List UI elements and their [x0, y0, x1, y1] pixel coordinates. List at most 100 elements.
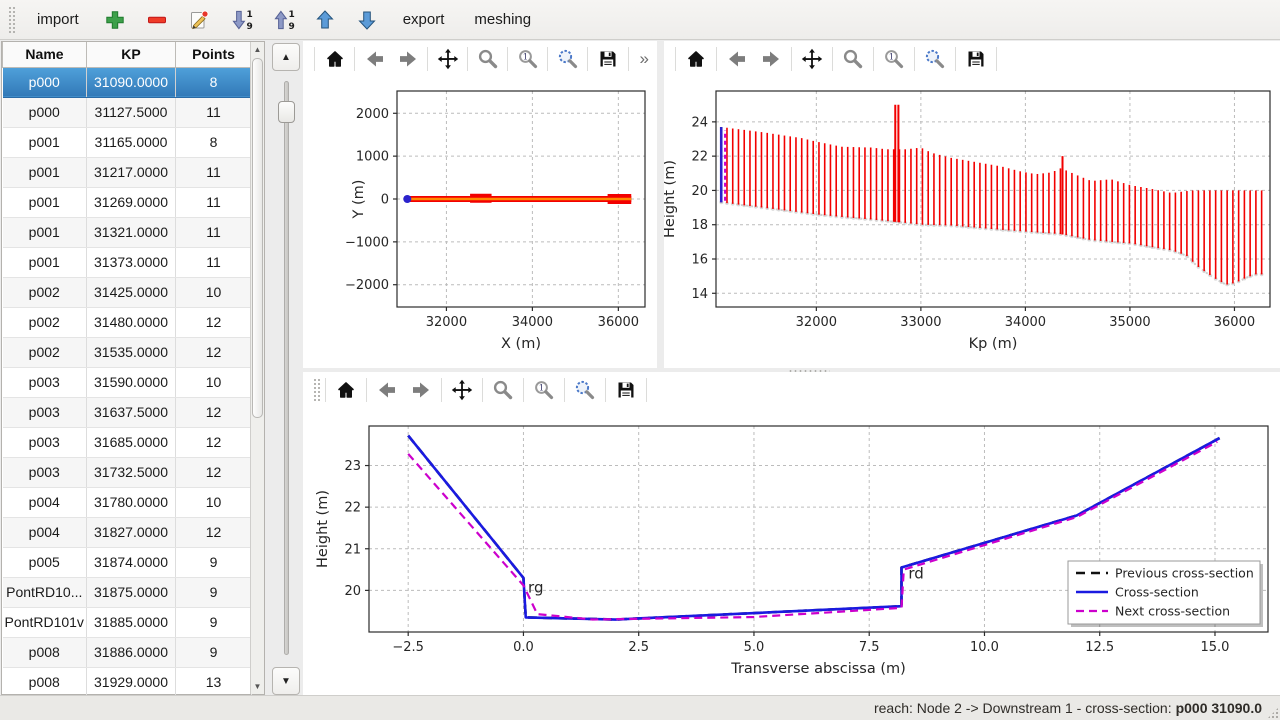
table-header-row: NameKPPoints [3, 42, 252, 67]
cross-section-toolbar: 1 [303, 372, 1280, 408]
zoom-button[interactable] [486, 375, 520, 405]
status-text: reach: Node 2 -> Downstream 1 - cross-se… [874, 700, 1172, 716]
move-up-button[interactable] [309, 5, 341, 35]
table-row[interactable]: p00531874.00009 [3, 547, 252, 577]
table-row[interactable]: PontRD101v31885.00009 [3, 607, 252, 637]
sort-descending-button[interactable]: 19 [225, 5, 257, 35]
slider-handle[interactable] [278, 101, 295, 123]
table-row[interactable]: p00331685.000012 [3, 427, 252, 457]
export-button[interactable]: export [393, 7, 455, 32]
table-row[interactable]: p00131269.000011 [3, 187, 252, 217]
move-down-button[interactable] [351, 5, 383, 35]
zoom-fit-icon [923, 47, 947, 71]
table-row[interactable]: p00431827.000012 [3, 517, 252, 547]
remove-button[interactable] [141, 5, 173, 35]
svg-text:23: 23 [344, 459, 361, 474]
toolbar-separator [675, 47, 676, 71]
selected-cross-section-point [403, 195, 411, 203]
back-button[interactable] [720, 44, 754, 74]
toolbar-overflow-button[interactable]: » [632, 49, 657, 69]
add-icon [103, 8, 127, 32]
add-button[interactable] [99, 5, 131, 35]
column-header-points[interactable]: Points [176, 42, 252, 67]
table-row[interactable]: p00131373.000011 [3, 247, 252, 277]
forward-button[interactable] [754, 44, 788, 74]
zoom-1-button[interactable]: 1 [511, 44, 544, 74]
save-icon [614, 378, 638, 402]
slider-up-button[interactable]: ▲ [272, 43, 300, 71]
zoom-1-button[interactable]: 1 [527, 375, 561, 405]
zoom-fit-button[interactable] [568, 375, 602, 405]
home-button[interactable] [318, 44, 351, 74]
toolbar-separator [467, 47, 468, 71]
toolbar-separator [482, 378, 483, 402]
status-current-cross-section: p000 31090.0 [1176, 700, 1262, 716]
svg-text:32000: 32000 [426, 315, 467, 330]
table-row[interactable]: p00331637.500012 [3, 397, 252, 427]
column-header-kp[interactable]: KP [87, 42, 176, 67]
scroll-down-icon[interactable]: ▼ [251, 680, 264, 693]
meshing-button[interactable]: meshing [464, 7, 541, 32]
pan-button[interactable] [431, 44, 464, 74]
forward-button[interactable] [391, 44, 424, 74]
back-icon [725, 47, 749, 71]
home-button[interactable] [329, 375, 363, 405]
column-header-name[interactable]: Name [3, 42, 87, 67]
table-row[interactable]: p00331590.000010 [3, 367, 252, 397]
zoom-button[interactable] [836, 44, 870, 74]
zoom-fit-button[interactable] [551, 44, 584, 74]
zoom-1-button[interactable]: 1 [877, 44, 911, 74]
svg-text:36000: 36000 [598, 315, 639, 330]
table-row[interactable]: p00131165.00008 [3, 127, 252, 157]
table-scrollbar-thumb[interactable] [252, 58, 263, 418]
table-row[interactable]: p00831886.00009 [3, 637, 252, 667]
sort-descending-icon: 19 [229, 8, 253, 32]
zoom-icon [841, 47, 865, 71]
forward-button[interactable] [404, 375, 438, 405]
table-row[interactable]: p00231480.000012 [3, 307, 252, 337]
toolbar-grip[interactable] [8, 6, 15, 33]
move-up-icon [313, 8, 337, 32]
table-row[interactable]: p00131321.000011 [3, 217, 252, 247]
zoom-button[interactable] [471, 44, 504, 74]
slider-down-button[interactable]: ▼ [272, 667, 300, 695]
scroll-up-icon[interactable]: ▲ [251, 43, 264, 56]
toolbar-grip[interactable] [313, 378, 320, 402]
slider-track[interactable] [284, 81, 289, 655]
svg-text:21: 21 [344, 542, 361, 557]
pan-button[interactable] [795, 44, 829, 74]
save-button[interactable] [609, 375, 643, 405]
pan-button[interactable] [445, 375, 479, 405]
zoom-1-icon: 1 [516, 47, 540, 71]
svg-text:22: 22 [691, 150, 708, 165]
plan-view-chart[interactable]: 320003400036000−2000−1000010002000X (m)Y… [303, 77, 657, 365]
table-row[interactable]: p00031127.500011 [3, 97, 252, 127]
toolbar-separator [832, 47, 833, 71]
toolbar-separator [914, 47, 915, 71]
svg-text:36000: 36000 [1214, 315, 1255, 330]
zoom-fit-button[interactable] [918, 44, 952, 74]
table-row[interactable]: p00231425.000010 [3, 277, 252, 307]
zoom-icon [491, 378, 515, 402]
table-row[interactable]: p00331732.500012 [3, 457, 252, 487]
sort-ascending-button[interactable]: 19 [267, 5, 299, 35]
edit-button[interactable] [183, 5, 215, 35]
table-row[interactable]: p00131217.000011 [3, 157, 252, 187]
cross-section-table: NameKPPoints p00031090.00008p00031127.50… [2, 42, 252, 698]
longitudinal-profile-chart[interactable]: 3200033000340003500036000141618202224Kp … [664, 77, 1280, 365]
cross-section-chart[interactable]: −2.50.02.55.07.510.012.515.020212223Tran… [303, 408, 1280, 694]
table-scrollbar[interactable]: ▲ ▼ [250, 42, 264, 694]
back-button[interactable] [358, 44, 391, 74]
toolbar-separator [873, 47, 874, 71]
table-row[interactable]: PontRD10...31875.00009 [3, 577, 252, 607]
table-row[interactable]: p00231535.000012 [3, 337, 252, 367]
save-button[interactable] [959, 44, 993, 74]
table-row[interactable]: p00431780.000010 [3, 487, 252, 517]
svg-text:2000: 2000 [356, 107, 389, 122]
save-button[interactable] [591, 44, 624, 74]
back-button[interactable] [370, 375, 404, 405]
table-row[interactable]: p00831929.000013 [3, 667, 252, 697]
table-row[interactable]: p00031090.00008 [3, 67, 252, 97]
import-button[interactable]: import [27, 7, 89, 32]
home-button[interactable] [679, 44, 713, 74]
